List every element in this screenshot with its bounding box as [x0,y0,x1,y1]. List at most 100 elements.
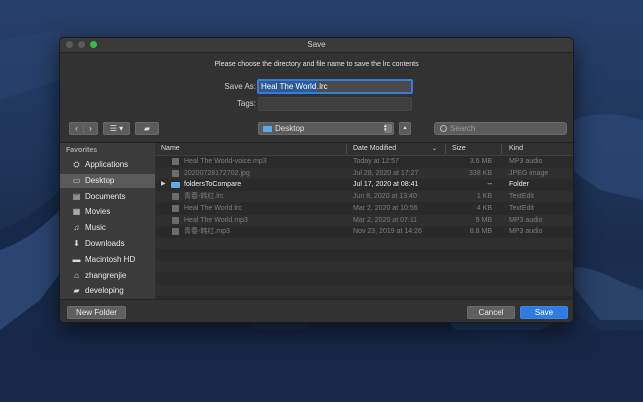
sidebar-item-movies[interactable]: ▦ Movies [60,205,155,219]
disclosure-triangle-icon[interactable]: ▶ [161,179,166,190]
search-field[interactable]: Search [434,122,567,135]
file-kind: TextEdit [509,204,534,212]
back-button[interactable]: ‹ [69,122,84,135]
file-icon [172,216,179,224]
file-date: Today at 12:57 [353,158,399,165]
file-size: 338 KB [469,169,492,177]
file-row: Heal The World-voice.mp3 Today at 12:57 3.… [156,156,573,167]
stepper-icon: ▴ ▾ [384,124,392,133]
new-folder-button[interactable]: New Folder [67,306,126,319]
empty-row [156,250,573,261]
file-list: Name Date Modified ⌄ Size Kind Heal The … [156,143,573,299]
tags-label: Tags: [236,99,256,108]
empty-row [156,261,573,273]
sidebar-item-label: Movies [85,207,111,217]
column-divider [346,144,347,154]
title-bar: Save [60,38,573,53]
save-as-label: Save As: [224,82,256,91]
column-size[interactable]: Size [452,143,466,155]
file-row: Heal The World.mp3 Mar 2, 2020 at 07:11 9 … [156,214,573,226]
file-date: Jun 8, 2020 at 13:40 [353,193,417,201]
search-icon [440,125,447,132]
save-as-field[interactable]: Heal The World .lrc [257,79,413,94]
sidebar-item-label: Applications [85,160,129,169]
sidebar-item-documents[interactable]: ▤ Documents [60,190,155,204]
sidebar-item-downloads[interactable]: ⬇ Downloads [60,237,155,251]
sidebar-item-label: Desktop [85,175,115,185]
file-icon [172,169,179,177]
sidebar-item-macintosh-hd[interactable]: ▬ Macintosh HD [60,253,155,267]
search-placeholder: Search [450,124,476,133]
sidebar-item-label: Music [85,223,106,233]
file-row: 青春-韩红.lrc Jun 8, 2020 at 13:40 1 KB TextEdi… [156,191,573,203]
file-name: Heal The World-voice.mp3 [184,158,267,165]
file-icon [172,193,179,201]
view-options-button[interactable]: ☰ ▾ [103,122,130,135]
sidebar-item-label: zhangrenjie [85,270,127,280]
tags-field[interactable] [258,97,412,111]
new-folder-icon-button[interactable]: ▰ [135,122,159,135]
save-as-extension: .lrc [317,82,328,91]
file-size: -- [487,181,492,189]
sidebar-item-music[interactable]: ♫ Music [60,221,155,235]
column-divider [445,144,446,154]
folder-icon: ▰ [143,124,151,133]
file-size: 4 KB [476,204,492,212]
forward-button[interactable]: › [83,122,98,135]
location-popup[interactable]: Desktop ▴ ▾ [258,122,394,135]
dialog-footer: New Folder Cancel Save [60,299,573,322]
file-kind: Folder [509,181,529,189]
cancel-button[interactable]: Cancel [467,306,515,319]
downloads-icon: ⬇ [73,239,80,248]
dialog-message: Please choose the directory and file nam… [214,61,419,68]
save-dialog: Save Please choose the directory and fil… [59,37,574,323]
column-date-modified[interactable]: Date Modified [353,143,396,155]
sidebar-heading: Favorites [66,147,98,154]
folder-icon [263,126,272,132]
save-button[interactable]: Save [520,306,568,319]
sidebar-item-label: Documents [85,191,126,201]
home-icon: ⌂ [74,270,79,280]
collapse-button[interactable]: ▴ [399,122,411,135]
sidebar-item-applications[interactable]: ⛭ Applications [60,158,155,172]
file-date: Nov 23, 2019 at 14:26 [353,228,422,236]
folder-row[interactable]: ▶ foldersToCompare Jul 17, 2020 at 08:41 --… [156,179,573,190]
sort-chevron-icon: ⌄ [432,146,438,152]
file-row: Heal The World.lrc Mar 2, 2020 at 10:56 4 … [156,203,573,214]
column-name[interactable]: Name [161,143,180,155]
movies-icon: ▦ [72,207,81,217]
file-icon [172,204,179,212]
save-as-selected-text: Heal The World [260,81,318,92]
file-date: Mar 2, 2020 at 10:56 [353,204,418,212]
folder-icon [171,182,180,189]
applications-icon: ⛭ [73,160,80,169]
desktop-icon: ▭ [72,175,81,185]
sidebar-item-desktop[interactable]: ▭ Desktop [60,173,155,188]
file-kind: JPEG image [509,169,549,177]
file-name: 青春-韩红.lrc [184,193,224,201]
file-row: 青春-韩红.mp3 Nov 23, 2019 at 14:26 8.8 MB MP3 … [156,226,573,237]
window-title: Save [307,40,326,49]
sidebar-item-label: developing [85,286,124,296]
file-size: 3.6 MB [469,158,492,165]
file-list-header: Name Date Modified ⌄ Size Kind [156,143,573,156]
list-view-icon: ☰ ▾ [109,124,124,133]
file-name: foldersToCompare [184,181,242,189]
sidebar-item-developing[interactable]: ▰ developing [60,284,155,298]
column-kind[interactable]: Kind [509,143,523,155]
hard-drive-icon: ▬ [72,254,81,264]
file-size: 1 KB [476,193,492,201]
column-divider [501,144,502,154]
sidebar-item-zhangrenjie[interactable]: ⌂ zhangrenjie [60,269,155,283]
file-name: Heal The World.mp3 [184,216,248,224]
file-size: 9 MB [475,216,492,224]
file-size: 8.8 MB [469,228,492,236]
documents-icon: ▤ [72,191,81,201]
file-name: 青春-韩红.mp3 [184,228,230,236]
file-row: 20200728172702.jpg Jul 28, 2020 at 17:27 3… [156,167,573,179]
chevron-right-icon: › [89,124,92,133]
file-kind: MP3 audio [509,228,543,236]
file-date: Jul 17, 2020 at 08:41 [353,181,419,189]
browser-area: Favorites ⛭ Applications ▭ Desktop ▤ Document… [60,142,573,299]
file-icon [172,158,179,165]
